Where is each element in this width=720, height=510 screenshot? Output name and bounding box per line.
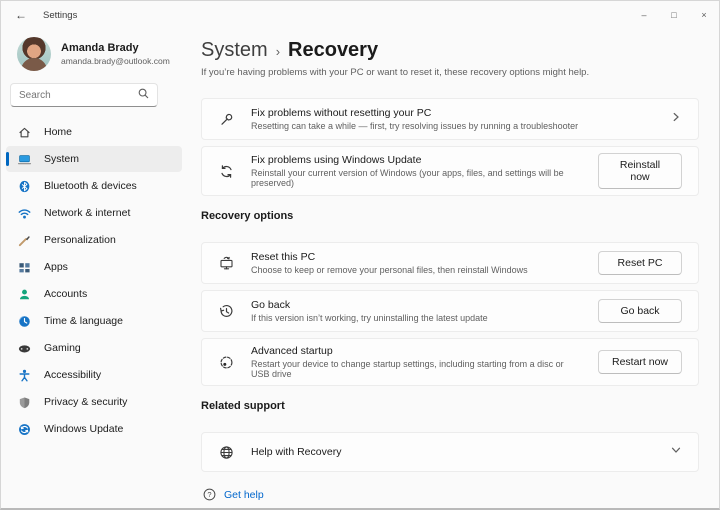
- sidebar-item-label: Gaming: [44, 342, 81, 354]
- card-help-with-recovery[interactable]: Help with Recovery: [201, 432, 699, 472]
- close-button[interactable]: ×: [689, 1, 719, 29]
- sidebar-nav: Home System Bluetooth & devices: [1, 119, 187, 442]
- avatar: [17, 37, 51, 71]
- sidebar-item-label: Apps: [44, 261, 68, 273]
- card-fix-without-reset[interactable]: Fix problems without resetting your PC R…: [201, 98, 699, 140]
- chevron-down-icon: [670, 443, 682, 461]
- card-reset-this-pc: Reset this PC Choose to keep or remove y…: [201, 242, 699, 284]
- time-language-icon: [17, 314, 32, 329]
- sidebar-item-label: Home: [44, 126, 72, 138]
- window-controls: – □ ×: [629, 1, 719, 29]
- reset-pc-icon: [218, 255, 235, 272]
- home-icon: [17, 125, 32, 140]
- profile-email: amanda.brady@outlook.com: [61, 56, 170, 66]
- card-fix-windows-update: Fix problems using Windows Update Reinst…: [201, 146, 699, 196]
- windows-update-icon: [17, 422, 32, 437]
- section-related-support: Related support: [201, 400, 699, 412]
- power-icon: [218, 354, 235, 371]
- go-back-button[interactable]: Go back: [598, 299, 682, 323]
- main-content: System › Recovery If you’re having probl…: [187, 29, 719, 508]
- breadcrumb: System › Recovery: [201, 39, 699, 62]
- card-go-back: Go back If this version isn’t working, t…: [201, 290, 699, 332]
- sidebar-item-bluetooth-devices[interactable]: Bluetooth & devices: [6, 173, 182, 199]
- search-box[interactable]: [10, 83, 158, 107]
- breadcrumb-separator-icon: ›: [276, 44, 280, 59]
- search-icon: [138, 86, 149, 104]
- help-icon: ?: [203, 488, 216, 501]
- section-recovery-options: Recovery options: [201, 210, 699, 222]
- page-subtitle: If you’re having problems with your PC o…: [201, 67, 699, 78]
- restart-now-button[interactable]: Restart now: [598, 350, 682, 374]
- card-subtitle: Resetting can take a while — first, try …: [251, 121, 578, 131]
- sidebar-item-windows-update[interactable]: Windows Update: [6, 416, 182, 442]
- settings-window: ← Settings – □ × Amanda Brady amanda.bra…: [0, 0, 720, 510]
- card-title: Go back: [251, 299, 488, 311]
- card-title: Advanced startup: [251, 345, 582, 357]
- sidebar-item-label: Network & internet: [44, 207, 130, 219]
- user-profile: Amanda Brady amanda.brady@outlook.com: [17, 37, 177, 71]
- card-title: Fix problems using Windows Update: [251, 154, 582, 166]
- sidebar-item-network-internet[interactable]: Network & internet: [6, 200, 182, 226]
- sidebar-item-label: Bluetooth & devices: [44, 180, 137, 192]
- accessibility-icon: [17, 368, 32, 383]
- bluetooth-icon: [17, 179, 32, 194]
- card-subtitle: Restart your device to change startup se…: [251, 359, 582, 379]
- titlebar: ← Settings – □ ×: [1, 1, 719, 29]
- network-icon: [17, 206, 32, 221]
- card-subtitle: If this version isn’t working, try unins…: [251, 313, 488, 323]
- sync-icon: [218, 163, 235, 180]
- window-title: Settings: [43, 10, 77, 21]
- page-title: Recovery: [288, 39, 378, 62]
- profile-name: Amanda Brady: [61, 42, 170, 54]
- sidebar-item-accounts[interactable]: Accounts: [6, 281, 182, 307]
- history-icon: [218, 303, 235, 320]
- get-help-link[interactable]: ? Get help: [203, 488, 699, 501]
- minimize-button[interactable]: –: [629, 1, 659, 29]
- back-icon[interactable]: ←: [15, 8, 33, 22]
- sidebar-item-label: Personalization: [44, 234, 116, 246]
- wrench-icon: [218, 111, 235, 128]
- sidebar-item-personalization[interactable]: Personalization: [6, 227, 182, 253]
- sidebar-item-apps[interactable]: Apps: [6, 254, 182, 280]
- search-input[interactable]: [19, 90, 138, 101]
- reset-pc-button[interactable]: Reset PC: [598, 251, 682, 275]
- sidebar-item-time-language[interactable]: Time & language: [6, 308, 182, 334]
- maximize-button[interactable]: □: [659, 1, 689, 29]
- globe-icon: [218, 444, 235, 461]
- sidebar-item-system[interactable]: System: [6, 146, 182, 172]
- apps-icon: [17, 260, 32, 275]
- sidebar-item-label: Accounts: [44, 288, 87, 300]
- card-title: Fix problems without resetting your PC: [251, 107, 578, 119]
- sidebar-item-label: Accessibility: [44, 369, 101, 381]
- sidebar-item-gaming[interactable]: Gaming: [6, 335, 182, 361]
- privacy-icon: [17, 395, 32, 410]
- card-subtitle: Reinstall your current version of Window…: [251, 168, 582, 188]
- card-title: Reset this PC: [251, 251, 528, 263]
- personalization-icon: [17, 233, 32, 248]
- card-title: Help with Recovery: [251, 446, 341, 458]
- breadcrumb-parent[interactable]: System: [201, 39, 268, 62]
- sidebar-item-accessibility[interactable]: Accessibility: [6, 362, 182, 388]
- chevron-right-icon: [670, 110, 682, 128]
- system-icon: [17, 152, 32, 167]
- sidebar-item-label: Windows Update: [44, 423, 123, 435]
- card-advanced-startup: Advanced startup Restart your device to …: [201, 338, 699, 386]
- card-subtitle: Choose to keep or remove your personal f…: [251, 265, 528, 275]
- svg-text:?: ?: [207, 490, 211, 499]
- sidebar: Amanda Brady amanda.brady@outlook.com Ho…: [1, 29, 187, 508]
- sidebar-item-privacy-security[interactable]: Privacy & security: [6, 389, 182, 415]
- sidebar-item-label: Privacy & security: [44, 396, 127, 408]
- sidebar-item-home[interactable]: Home: [6, 119, 182, 145]
- sidebar-item-label: Time & language: [44, 315, 123, 327]
- sidebar-item-label: System: [44, 153, 79, 165]
- gaming-icon: [17, 341, 32, 356]
- accounts-icon: [17, 287, 32, 302]
- get-help-label: Get help: [224, 489, 264, 501]
- reinstall-now-button[interactable]: Reinstall now: [598, 153, 682, 189]
